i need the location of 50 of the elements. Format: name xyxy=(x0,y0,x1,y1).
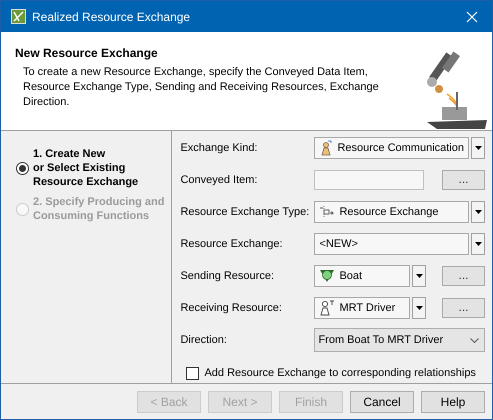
caret-icon xyxy=(474,146,482,150)
field-label: Receiving Resource: xyxy=(180,300,283,316)
person-icon xyxy=(319,300,336,316)
field-label: Conveyed Item: xyxy=(180,172,258,188)
header-description: To create a new Resource Exchange, specify the Conveyed Data Item, Resource Exchange Type, Sending and Receiving Resources, Exchange Direction. xyxy=(22,65,380,110)
dialog-button[interactable]: Cancel xyxy=(350,390,414,412)
combo-field[interactable]: MRT Driver xyxy=(314,297,410,319)
chevron-icon xyxy=(470,338,479,342)
select-value: From Boat To MRT Driver xyxy=(318,332,444,348)
app-icon xyxy=(11,9,26,24)
window-title: Realized Resource Exchange xyxy=(32,8,190,26)
close-icon[interactable] xyxy=(466,10,478,22)
combo-value: Resource Communication xyxy=(337,140,464,156)
person-icon xyxy=(319,140,334,156)
combo-value: Boat xyxy=(339,268,362,284)
header-title: New Resource Exchange xyxy=(15,45,159,62)
browse-button[interactable]: ... xyxy=(442,266,485,286)
combo-value: MRT Driver xyxy=(339,300,396,316)
combo-field[interactable]: Resource Exchange xyxy=(314,201,469,223)
input-field[interactable] xyxy=(314,170,424,190)
browse-button[interactable]: ... xyxy=(442,298,485,318)
step-label: 1. Create New or Select Existing Resource Exchange xyxy=(33,147,138,189)
dropdown-button[interactable] xyxy=(471,201,485,223)
caret-icon xyxy=(416,274,423,278)
combo-field[interactable]: Boat xyxy=(314,265,410,287)
dropdown-button[interactable] xyxy=(471,137,485,159)
dialog-button[interactable]: Help xyxy=(421,390,485,412)
exchange-icon xyxy=(319,205,336,219)
caret-icon xyxy=(474,242,482,246)
field-label: Direction: xyxy=(180,332,228,348)
checkbox[interactable] xyxy=(186,366,200,380)
field-label: Exchange Kind: xyxy=(180,140,258,156)
step-label: 2. Specify Producing and Consuming Functions xyxy=(33,195,164,223)
browse-button[interactable]: ... xyxy=(442,170,485,190)
caret-icon xyxy=(416,306,423,310)
step-radio[interactable] xyxy=(16,162,29,174)
checkbox-label: Add Resource Exchange to corresponding relationships xyxy=(204,366,476,381)
node-icon xyxy=(319,268,336,284)
combo-value: <NEW> xyxy=(319,236,358,252)
field-label: Resource Exchange Type: xyxy=(180,204,310,220)
dropdown-button[interactable] xyxy=(412,297,426,319)
caret-icon xyxy=(474,210,482,214)
field-label: Sending Resource: xyxy=(180,268,275,284)
combo-field[interactable]: Resource Communication xyxy=(314,137,469,159)
combo-value: Resource Exchange xyxy=(339,204,438,220)
combo-field[interactable]: <NEW> xyxy=(314,233,469,255)
field-label: Resource Exchange: xyxy=(180,236,284,252)
dropdown-button[interactable] xyxy=(471,233,485,255)
select-field[interactable]: From Boat To MRT Driver xyxy=(314,328,485,352)
dropdown-button[interactable] xyxy=(412,265,426,287)
